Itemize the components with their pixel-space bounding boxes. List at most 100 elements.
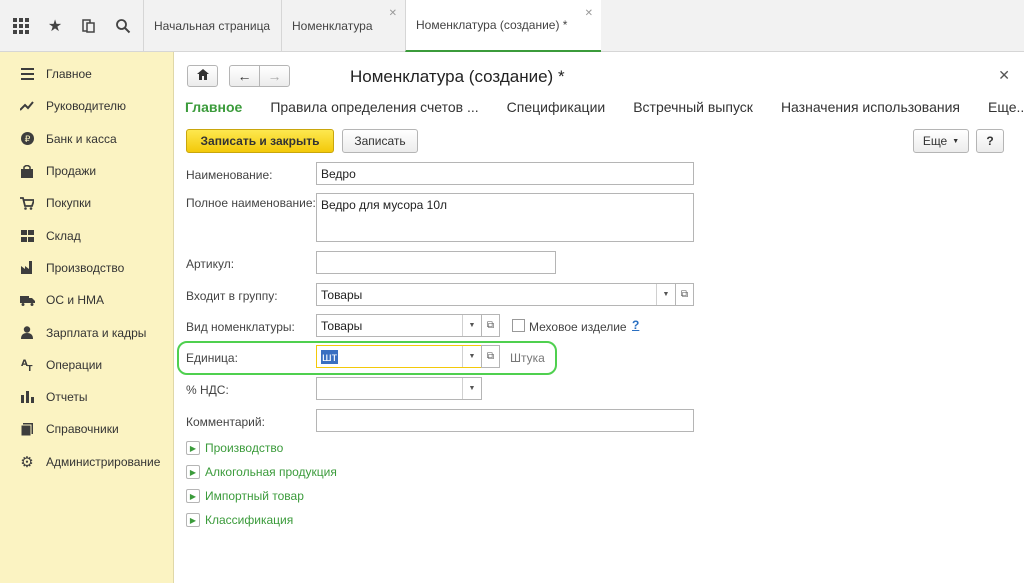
page-title: Номенклатура (создание) * bbox=[350, 67, 565, 86]
unit-field[interactable]: шт ▼ bbox=[316, 345, 482, 368]
name-label: Наименование: bbox=[186, 168, 273, 182]
sidebar-item-purchases[interactable]: Покупки bbox=[0, 187, 173, 219]
article-field[interactable] bbox=[316, 251, 556, 274]
sidebar-item-operations[interactable]: AT Операции bbox=[0, 349, 173, 381]
back-button[interactable]: ← bbox=[229, 65, 260, 87]
star-icon[interactable]: ★ bbox=[44, 15, 66, 37]
sidebar-item-bank[interactable]: ₽ Банк и касса bbox=[0, 123, 173, 155]
form-area: ← → Номенклатура (создание) * ✕ Главное … bbox=[175, 52, 1024, 583]
warehouse-icon bbox=[19, 228, 35, 244]
section-import[interactable]: ▶ Импортный товар bbox=[186, 489, 304, 503]
fur-checkbox[interactable] bbox=[512, 319, 525, 332]
chevron-down-icon: ▼ bbox=[952, 137, 960, 145]
window-tabs: Начальная страница Номенклатура ✕ Номенкл… bbox=[143, 0, 601, 52]
tab-close-icon[interactable]: ✕ bbox=[585, 8, 593, 19]
sidebar-item-manager[interactable]: Руководителю bbox=[0, 90, 173, 122]
kind-field[interactable]: Товары ▼ bbox=[316, 314, 482, 337]
sidebar-item-references[interactable]: Справочники bbox=[0, 413, 173, 445]
coin-icon: ₽ bbox=[19, 131, 35, 147]
open-unit-button[interactable]: ⧉ bbox=[481, 345, 500, 368]
tab-nomenclature-create[interactable]: Номенклатура (создание) * ✕ bbox=[405, 0, 601, 52]
sidebar-item-label: Производство bbox=[46, 260, 125, 275]
open-icon: ⧉ bbox=[486, 351, 495, 362]
sidebar-item-reports[interactable]: Отчеты bbox=[0, 381, 173, 413]
section-classification[interactable]: ▶ Классификация bbox=[186, 513, 293, 527]
save-and-close-button[interactable]: Записать и закрыть bbox=[186, 129, 334, 153]
tab-counter-output[interactable]: Встречный выпуск bbox=[633, 99, 753, 115]
chevron-down-icon[interactable]: ▼ bbox=[656, 284, 675, 305]
unit-hint: Штука bbox=[510, 351, 545, 365]
sidebar-item-label: Покупки bbox=[46, 196, 92, 211]
group-value: Товары bbox=[321, 288, 363, 302]
section-production[interactable]: ▶ Производство bbox=[186, 441, 283, 455]
sidebar-item-main[interactable]: Главное bbox=[0, 58, 173, 90]
more-button[interactable]: Еще ▼ bbox=[913, 129, 969, 153]
sidebar-item-admin[interactable]: ⚙ Администрирование bbox=[0, 446, 173, 478]
tab-nomenclature[interactable]: Номенклатура ✕ bbox=[281, 0, 405, 52]
sidebar-item-sales[interactable]: Продажи bbox=[0, 155, 173, 187]
apps-grid-icon[interactable] bbox=[10, 15, 32, 37]
sidebar-item-payroll[interactable]: Зарплата и кадры bbox=[0, 316, 173, 348]
sidebar: Главное Руководителю ₽ Банк и касса Прод… bbox=[0, 52, 174, 583]
vat-field[interactable]: ▼ bbox=[316, 377, 482, 400]
sidebar-item-production[interactable]: Производство bbox=[0, 252, 173, 284]
group-field[interactable]: Товары ▼ bbox=[316, 283, 676, 306]
sidebar-item-label: Продажи bbox=[46, 164, 97, 179]
open-icon: ⧉ bbox=[680, 289, 689, 300]
svg-text:T: T bbox=[27, 364, 33, 371]
form-tabs: Главное Правила определения счетов ... С… bbox=[185, 99, 1024, 115]
factory-icon bbox=[19, 260, 35, 276]
kind-value: Товары bbox=[321, 319, 363, 333]
arrow-left-icon: ← bbox=[237, 68, 252, 84]
section-label: Импортный товар bbox=[205, 489, 304, 503]
tab-specifications[interactable]: Спецификации bbox=[507, 99, 606, 115]
section-alcohol[interactable]: ▶ Алкогольная продукция bbox=[186, 465, 337, 479]
menu-lines-icon bbox=[19, 66, 35, 82]
sidebar-item-label: Администрирование bbox=[46, 454, 161, 469]
tab-more[interactable]: Еще... bbox=[988, 99, 1024, 115]
sidebar-item-label: ОС и НМА bbox=[46, 293, 105, 308]
vat-label: % НДС: bbox=[186, 383, 229, 397]
full-name-field[interactable]: Ведро для мусора 10л bbox=[316, 193, 694, 242]
top-bar: ★ Начальная страница Номенклатура ✕ Номен… bbox=[0, 0, 1024, 52]
cart-icon bbox=[19, 195, 35, 211]
open-icon: ⧉ bbox=[486, 320, 495, 331]
open-kind-button[interactable]: ⧉ bbox=[481, 314, 500, 337]
name-field[interactable]: Ведро bbox=[316, 162, 694, 185]
book-icon bbox=[19, 421, 35, 437]
history-icon[interactable] bbox=[78, 15, 100, 37]
tab-close-icon[interactable]: ✕ bbox=[389, 8, 397, 19]
sidebar-item-label: Склад bbox=[46, 228, 81, 243]
tab-accounting-rules[interactable]: Правила определения счетов ... bbox=[270, 99, 478, 115]
unit-value: шт bbox=[321, 350, 339, 364]
article-label: Артикул: bbox=[186, 257, 235, 271]
comment-label: Комментарий: bbox=[186, 415, 265, 429]
search-icon[interactable] bbox=[112, 15, 134, 37]
sidebar-item-assets[interactable]: ОС и НМА bbox=[0, 284, 173, 316]
help-button[interactable]: ? bbox=[976, 129, 1004, 153]
chevron-right-icon: ▶ bbox=[186, 465, 200, 479]
forward-button[interactable]: → bbox=[259, 65, 290, 87]
bar-chart-icon bbox=[19, 389, 35, 405]
fur-help-link[interactable]: ? bbox=[632, 318, 639, 332]
chevron-down-icon[interactable]: ▼ bbox=[462, 346, 481, 367]
chevron-down-icon[interactable]: ▼ bbox=[462, 315, 481, 336]
tab-home[interactable]: Начальная страница bbox=[143, 0, 281, 52]
tab-main[interactable]: Главное bbox=[185, 99, 242, 115]
save-button[interactable]: Записать bbox=[342, 129, 418, 153]
chevron-down-icon[interactable]: ▼ bbox=[462, 378, 481, 399]
comment-field[interactable] bbox=[316, 409, 694, 432]
tab-usage-purposes[interactable]: Назначения использования bbox=[781, 99, 960, 115]
operations-icon: AT bbox=[19, 357, 35, 373]
home-button[interactable] bbox=[187, 65, 218, 87]
section-label: Алкогольная продукция bbox=[205, 465, 337, 479]
sidebar-item-warehouse[interactable]: Склад bbox=[0, 219, 173, 251]
more-label: Еще bbox=[922, 134, 948, 148]
sidebar-item-label: Операции bbox=[46, 357, 103, 372]
open-group-button[interactable]: ⧉ bbox=[675, 283, 694, 306]
unit-label: Единица: bbox=[186, 351, 238, 365]
sidebar-item-label: Зарплата и кадры bbox=[46, 325, 147, 340]
chevron-right-icon: ▶ bbox=[186, 489, 200, 503]
close-icon[interactable]: ✕ bbox=[998, 67, 1010, 84]
truck-icon bbox=[19, 292, 35, 308]
